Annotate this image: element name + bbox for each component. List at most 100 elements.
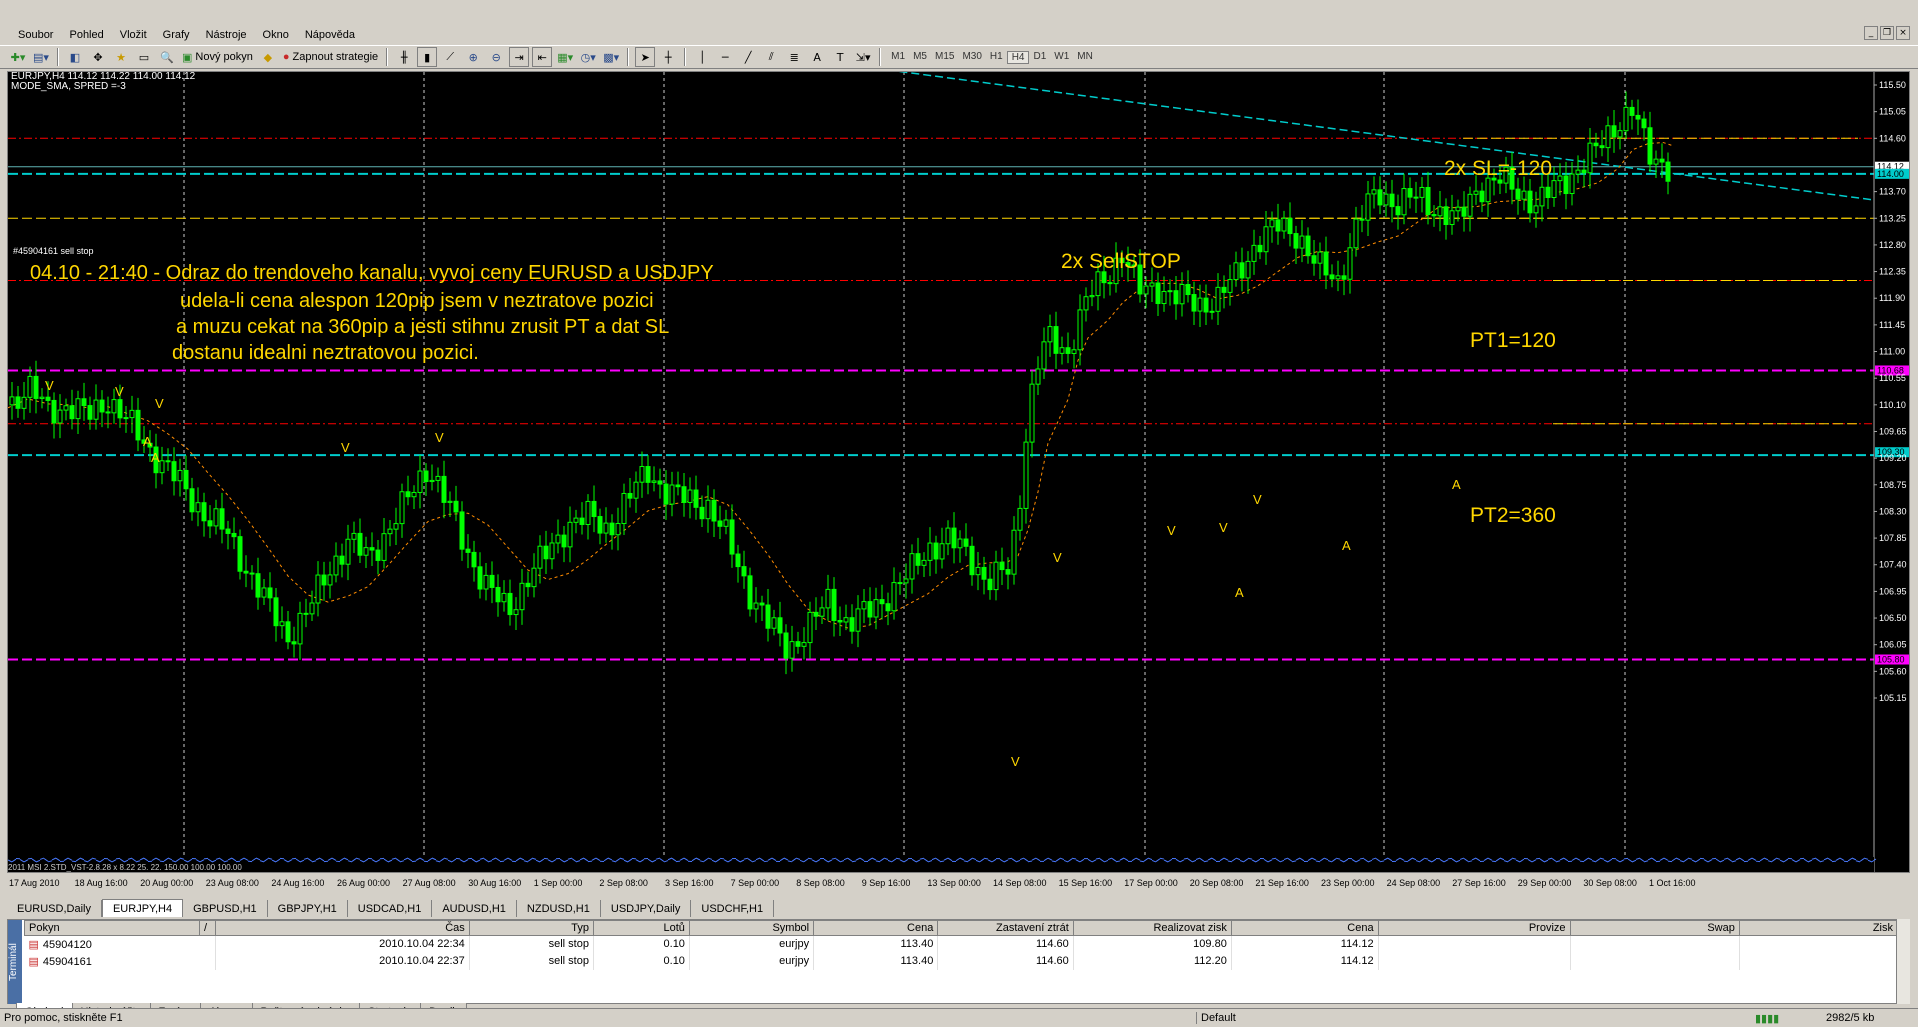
column-header[interactable]: / [198,920,216,936]
price-tick-label: 112.80 [1879,240,1906,250]
menu-item-4[interactable]: Nástroje [198,29,255,41]
timeframe-m15[interactable]: M15 [931,51,958,64]
trendline-icon[interactable]: ╱ [738,47,758,67]
line-chart-icon[interactable]: ⟋ [440,47,460,67]
candle-body [489,574,495,588]
chart-tab[interactable]: GBPUSD,H1 [183,900,268,917]
terminal-scrollbar[interactable] [1896,919,1910,1004]
enable-strategies-button[interactable]: ● Zapnout strategie [281,47,380,67]
candle-body [57,409,63,424]
column-header[interactable]: Swap [1569,920,1740,936]
column-header[interactable]: Typ [468,920,594,936]
candle-body [837,619,843,623]
chart-tab[interactable]: EURJPY,H4 [101,899,184,917]
terminal-side-label[interactable]: Terminál [8,920,22,1004]
chart-tab[interactable]: NZDUSD,H1 [517,900,601,917]
new-order-button[interactable]: ▣ Nový pokyn [180,47,255,67]
chart-tab[interactable]: USDCAD,H1 [348,900,433,917]
indicator-wave [71,860,77,863]
profiles-icon[interactable]: ▤▾ [31,47,51,67]
candle-body [111,399,117,414]
candle-chart-icon[interactable]: ▮ [417,47,438,67]
price-chart[interactable]: VVVAAVVAAVVVVAVAA115.50115.05114.60114.1… [8,72,1910,873]
candle-body [369,547,375,551]
equidistant-channel-icon[interactable]: ⫽ [761,47,781,67]
candle-body [1485,177,1491,203]
favorites-icon[interactable]: ★ [111,47,131,67]
timeframe-h1[interactable]: H1 [986,51,1007,64]
terminal-icon[interactable]: ▭ [134,47,154,67]
fractal-marker: V [1011,754,1020,769]
text-icon[interactable]: A [807,47,827,67]
timeframe-m1[interactable]: M1 [887,51,909,64]
menu-item-1[interactable]: Pohled [61,29,111,41]
timeframe-mn[interactable]: MN [1073,51,1097,64]
minimize-icon[interactable]: _ [1864,26,1878,40]
chart-tab[interactable]: EURUSD,Daily [7,900,102,917]
restore-icon[interactable]: ❐ [1880,26,1894,40]
column-header[interactable]: Zisk [1738,920,1899,936]
timeframe-m30[interactable]: M30 [958,51,985,64]
chart-window[interactable]: VVVAAVVAAVVVVAVAA115.50115.05114.60114.1… [7,71,1910,873]
order-row[interactable]: ▤ 45904161 2010.10.04 22:37 sell stop 0.10 eu… [24,952,1899,970]
market-watch-icon[interactable]: ◧ [65,47,85,67]
candle-body [501,592,507,603]
column-header[interactable]: Zastavení ztrát [937,920,1074,936]
menu-item-5[interactable]: Okno [255,29,297,41]
chart-tab[interactable]: GBPJPY,H1 [268,900,348,917]
periods-icon[interactable]: ◷▾ [578,47,598,67]
zoom-out-icon[interactable]: ⊖ [486,47,506,67]
new-chart-icon[interactable]: ✚▾ [8,47,28,67]
column-header[interactable]: Symbol [688,920,815,936]
column-header[interactable]: Cena [1230,920,1379,936]
timeframe-m5[interactable]: M5 [909,51,931,64]
timeframe-d1[interactable]: D1 [1029,51,1050,64]
meta-editor-icon[interactable]: ◆ [258,47,278,67]
order-row[interactable]: ▤ 45904120 2010.10.04 22:34 sell stop 0.10 eu… [24,935,1899,953]
candle-body [1239,262,1245,279]
chart-tab[interactable]: USDCHF,H1 [691,900,775,917]
candle-body [1521,190,1527,200]
chart-tab[interactable]: USDJPY,Daily [601,900,692,917]
bar-chart-icon[interactable]: ╫ [394,47,414,67]
terminal-panel: Terminál Pokyn / Čas Typ Lotů Symbol Cena Zasta… [7,919,1910,1004]
cursor-icon[interactable]: ➤ [635,47,656,67]
zoom-in-icon[interactable]: ⊕ [463,47,483,67]
chart-tab[interactable]: AUDUSD,H1 [432,900,517,917]
candle-body [1371,189,1377,195]
candle-body [747,575,753,610]
arrows-icon[interactable]: ⇲▾ [853,47,873,67]
timeframe-w1[interactable]: W1 [1050,51,1073,64]
menu-item-0[interactable]: Soubor [10,29,61,41]
horizontal-line-icon[interactable]: ─ [715,47,735,67]
menu-item-2[interactable]: Vložit [112,29,155,41]
fibonacci-icon[interactable]: ≣ [784,47,804,67]
menu-item-6[interactable]: Nápověda [297,29,363,41]
vertical-line-icon[interactable]: │ [692,47,712,67]
close-icon[interactable]: × [1896,26,1910,40]
price-tick-label: 106.95 [1879,586,1907,596]
column-header[interactable]: Provize [1377,920,1571,936]
trendline[interactable] [828,72,1875,201]
indicator-wave [895,857,901,860]
order-cell [1739,935,1899,953]
column-header[interactable]: Čas [214,920,470,936]
tester-icon[interactable]: 🔍 [157,47,177,67]
column-header[interactable]: Realizovat zisk [1072,920,1232,936]
candle-body [1305,235,1311,257]
chart-shift-icon[interactable]: ⇤ [532,47,553,67]
column-header[interactable]: Lotů [592,920,690,936]
price-tick-label: 115.05 [1879,107,1906,117]
auto-scroll-icon[interactable]: ⇥ [509,47,530,67]
crosshair-icon[interactable]: ┼ [658,47,678,67]
column-header[interactable]: Pokyn [24,920,200,936]
candle-body [1401,188,1407,216]
timeframe-h4[interactable]: H4 [1006,50,1030,64]
templates-icon[interactable]: ▩▾ [601,47,621,67]
navigator-icon[interactable]: ✥ [88,47,108,67]
text-label-icon[interactable]: T [830,47,850,67]
indicators-icon[interactable]: ▦▾ [555,47,575,67]
column-header[interactable]: Cena [813,920,939,936]
menu-item-3[interactable]: Grafy [155,29,198,41]
candle-body [1353,218,1359,249]
